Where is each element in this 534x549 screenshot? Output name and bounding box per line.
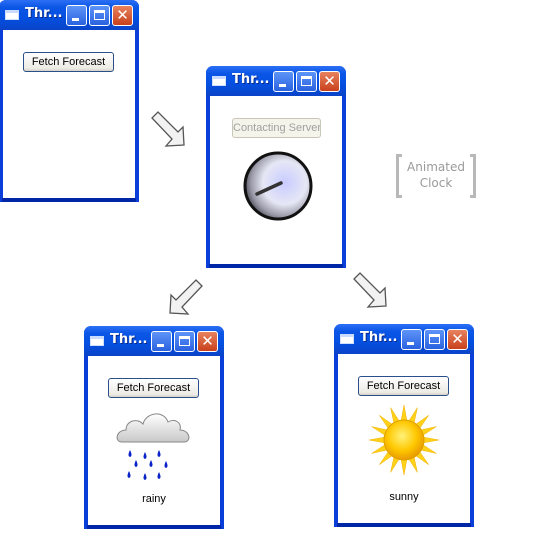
title-bar[interactable]: Thr... ✕ xyxy=(0,0,139,30)
window-title: Thr... xyxy=(360,330,398,345)
window-client: Contacting Server xyxy=(210,96,342,264)
rain-cloud-icon xyxy=(116,413,190,480)
weather-caption: sunny xyxy=(389,491,419,503)
maximize-icon xyxy=(301,76,312,86)
maximize-icon xyxy=(179,336,190,346)
window-title: Thr... xyxy=(232,72,270,87)
maximize-button[interactable] xyxy=(174,331,195,352)
fetch-forecast-button[interactable]: Fetch Forecast xyxy=(108,378,199,398)
animated-clock-annotation: Animated Clock xyxy=(396,154,476,198)
maximize-button[interactable] xyxy=(424,329,445,350)
window-client: Fetch Forecast xyxy=(3,30,135,198)
minimize-icon xyxy=(407,342,414,345)
window-icon xyxy=(212,76,226,86)
annotation-line-2: Clock xyxy=(419,176,453,190)
close-button[interactable]: ✕ xyxy=(197,331,218,352)
sun-icon xyxy=(368,404,440,476)
maximize-icon xyxy=(429,334,440,344)
window-title: Thr... xyxy=(25,6,63,21)
weather-caption: rainy xyxy=(142,493,166,505)
close-icon: ✕ xyxy=(116,6,129,24)
minimize-icon xyxy=(157,344,164,347)
arrow-down-left-icon xyxy=(169,279,203,315)
title-bar[interactable]: Thr... ✕ xyxy=(206,66,346,96)
clock-icon xyxy=(243,151,313,221)
rain-drops xyxy=(127,450,168,480)
window-icon xyxy=(90,336,104,346)
window-sunny: Thr... ✕ Fetch Forecast sunny xyxy=(334,324,474,527)
window-client: Fetch Forecast rainy xyxy=(88,356,220,525)
close-button[interactable]: ✕ xyxy=(447,329,468,350)
maximize-button[interactable] xyxy=(296,71,317,92)
fetch-forecast-button[interactable]: Fetch Forecast xyxy=(358,376,449,396)
window-icon xyxy=(340,334,354,344)
contacting-server-button[interactable]: Contacting Server xyxy=(232,118,321,138)
minimize-button[interactable] xyxy=(66,5,87,26)
minimize-button[interactable] xyxy=(401,329,422,350)
window-rainy: Thr... ✕ Fetch Forecast rainy xyxy=(84,326,224,529)
title-bar[interactable]: Thr... ✕ xyxy=(334,324,474,354)
window-title: Thr... xyxy=(110,332,148,347)
minimize-button[interactable] xyxy=(151,331,172,352)
annotation-line-1: Animated xyxy=(407,160,465,174)
window-client: Fetch Forecast sunny xyxy=(338,354,470,523)
bracket-right xyxy=(470,154,476,198)
close-button[interactable]: ✕ xyxy=(319,71,340,92)
title-bar[interactable]: Thr... ✕ xyxy=(84,326,224,356)
window-icon xyxy=(5,10,19,20)
window-initial: Thr... ✕ Fetch Forecast xyxy=(0,0,139,202)
arrow-down-right-icon xyxy=(151,111,185,147)
maximize-icon xyxy=(94,10,105,20)
close-icon: ✕ xyxy=(451,330,464,348)
window-waiting: Thr... ✕ Contacting Server xyxy=(206,66,346,268)
close-icon: ✕ xyxy=(201,332,214,350)
fetch-forecast-button[interactable]: Fetch Forecast xyxy=(23,52,114,72)
minimize-icon xyxy=(279,84,286,87)
close-icon: ✕ xyxy=(323,72,336,90)
minimize-button[interactable] xyxy=(273,71,294,92)
arrow-down-right-icon xyxy=(353,272,387,308)
close-button[interactable]: ✕ xyxy=(112,5,133,26)
minimize-icon xyxy=(72,18,79,21)
maximize-button[interactable] xyxy=(89,5,110,26)
